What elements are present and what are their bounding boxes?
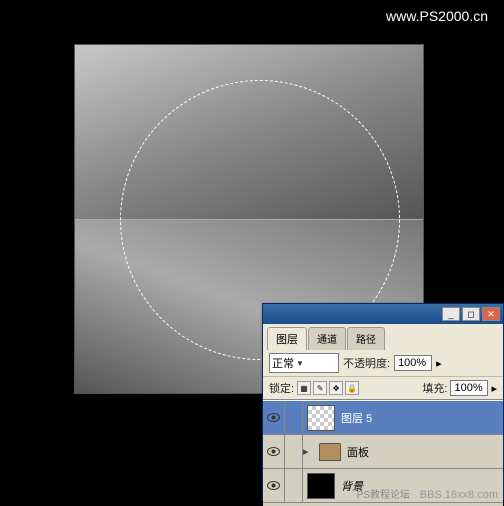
fill-flyout-icon[interactable]: ▸ <box>491 382 497 395</box>
lock-label: 锁定: <box>269 380 294 396</box>
layers-panel: _ ◻ ✕ 图层 通道 路径 正常 ▼ 不透明度: 100% ▸ 锁定: ▦ ✎… <box>262 303 504 500</box>
blend-mode-dropdown[interactable]: 正常 ▼ <box>269 353 339 373</box>
watermark-top: www.PS2000.cn <box>386 8 488 24</box>
watermark-forum: PS教程论坛 <box>357 486 410 501</box>
lock-transparency-icon[interactable]: ▦ <box>297 381 311 395</box>
eye-icon <box>267 481 280 490</box>
opacity-label: 不透明度: <box>343 355 390 371</box>
blend-mode-value: 正常 <box>272 355 294 371</box>
layer-row[interactable]: 图层 5 <box>263 401 503 435</box>
visibility-toggle[interactable] <box>263 401 285 434</box>
link-cell[interactable] <box>285 469 303 502</box>
blend-row: 正常 ▼ 不透明度: 100% ▸ <box>263 350 503 377</box>
watermark-bbs: BBS.16xx8.com <box>420 489 498 501</box>
close-button[interactable]: ✕ <box>482 307 500 321</box>
folder-icon <box>319 443 341 461</box>
fill-value[interactable]: 100% <box>450 380 488 396</box>
tab-channels[interactable]: 通道 <box>308 327 346 350</box>
opacity-value[interactable]: 100% <box>394 355 432 371</box>
maximize-button[interactable]: ◻ <box>462 307 480 321</box>
eye-icon <box>267 413 280 422</box>
visibility-toggle[interactable] <box>263 435 285 468</box>
layer-name[interactable]: 面板 <box>345 444 503 460</box>
tab-layers[interactable]: 图层 <box>267 327 307 350</box>
opacity-flyout-icon[interactable]: ▸ <box>436 357 442 370</box>
link-cell[interactable] <box>285 401 303 434</box>
lock-row: 锁定: ▦ ✎ ✥ 🔒 填充: 100% ▸ <box>263 377 503 400</box>
minimize-button[interactable]: _ <box>442 307 460 321</box>
chevron-down-icon: ▼ <box>296 359 304 368</box>
tab-paths[interactable]: 路径 <box>347 327 385 350</box>
link-cell[interactable] <box>285 435 303 468</box>
layer-thumbnail[interactable] <box>307 473 335 499</box>
lock-pixels-icon[interactable]: ✎ <box>313 381 327 395</box>
lock-all-icon[interactable]: 🔒 <box>345 381 359 395</box>
panel-tabs: 图层 通道 路径 <box>263 324 503 350</box>
eye-icon <box>267 447 280 456</box>
lock-icon-group: ▦ ✎ ✥ 🔒 <box>297 381 359 395</box>
layer-row[interactable]: ▸ 面板 <box>263 435 503 469</box>
expand-triangle-icon[interactable]: ▸ <box>303 445 315 458</box>
layer-thumbnail[interactable] <box>307 405 335 431</box>
fill-label: 填充: <box>422 380 447 396</box>
visibility-toggle[interactable] <box>263 469 285 502</box>
lock-position-icon[interactable]: ✥ <box>329 381 343 395</box>
layer-name[interactable]: 图层 5 <box>339 410 503 426</box>
panel-titlebar[interactable]: _ ◻ ✕ <box>263 304 503 324</box>
